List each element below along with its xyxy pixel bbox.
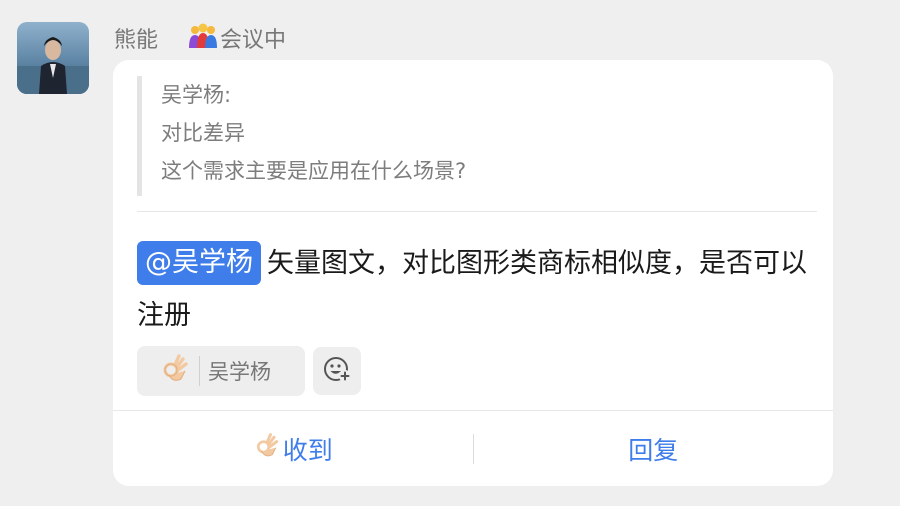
received-label: 收到 [282,435,333,465]
status-text: 会议中 [220,28,287,53]
received-button[interactable]: 收到 [113,411,473,486]
reply-label: 回复 [628,435,679,465]
sender-name[interactable]: 熊能 [114,22,158,54]
chip-separator [199,356,200,386]
quoted-message[interactable]: 吴学杨: 对比差异 这个需求主要是应用在什么场景? [137,76,817,196]
add-emoji-icon [322,354,352,388]
message-body: @吴学杨 矢量图文，对比图形类商标相似度，是否可以注册 [137,238,821,342]
reaction-users: 吴学杨 [208,360,271,384]
add-reaction-button[interactable] [313,347,361,395]
quote-line: 这个需求主要是应用在什么场景? [161,159,467,183]
quote-line: 对比差异 [161,121,245,145]
people-group-icon [188,22,220,54]
action-bar: 收到 回复 [113,411,833,486]
reaction-chip[interactable]: 吴学杨 [137,346,305,396]
mention-tag[interactable]: @吴学杨 [137,241,261,285]
message-card[interactable]: 吴学杨: 对比差异 这个需求主要是应用在什么场景? @吴学杨 矢量图文，对比图形类… [113,60,833,486]
status-badge: 会议中 [188,22,286,54]
reactions-bar: 吴学杨 [137,346,361,396]
quote-author: 吴学杨: [161,83,232,107]
ok-hand-icon [253,432,283,466]
divider [137,211,817,212]
ok-hand-icon [159,353,191,390]
avatar[interactable] [17,22,89,94]
reply-button[interactable]: 回复 [474,411,834,486]
